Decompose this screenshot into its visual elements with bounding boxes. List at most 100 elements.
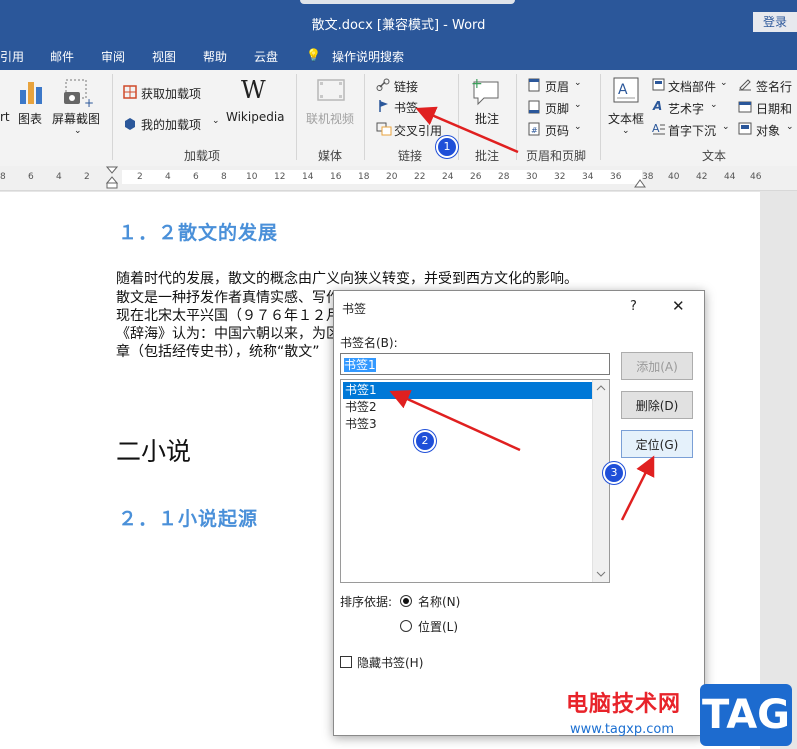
chevron-down-icon[interactable]: ⌄ [722, 122, 730, 132]
wordart-button[interactable]: 艺术字 [668, 100, 704, 117]
divider [296, 74, 297, 160]
tab-mailings[interactable]: 邮件 [50, 48, 74, 65]
cross-reference-icon [376, 122, 392, 136]
ruler-tick: 10 [246, 172, 258, 182]
online-video-button[interactable]: 联机视频 [306, 110, 354, 127]
watermark-url: www.tagxp.com [570, 722, 674, 737]
drop-cap-icon: A [652, 122, 665, 135]
drop-cap-button[interactable]: 首字下沉 [668, 122, 716, 139]
bookmark-name-input[interactable]: 书签1 [340, 353, 610, 375]
cross-reference-button[interactable]: 交叉引用 [394, 122, 442, 139]
chevron-down-icon[interactable]: ⌄ [574, 100, 582, 110]
wikipedia-icon[interactable]: W [241, 76, 266, 104]
ruler-tick: 22 [414, 172, 426, 182]
chevron-down-icon[interactable] [596, 570, 606, 578]
horizontal-ruler[interactable]: 8 6 4 2 2 4 6 8 10 12 14 16 18 20 22 24 … [0, 166, 797, 191]
login-button[interactable]: 登录 [753, 12, 797, 32]
tab-cloud[interactable]: 云盘 [254, 48, 278, 65]
ruler-tick: 6 [28, 172, 34, 182]
page-number-button[interactable]: 页码 [545, 122, 569, 139]
step-badge: 1 [436, 136, 458, 158]
online-video-icon [317, 79, 345, 101]
vertical-scrollbar[interactable] [760, 192, 797, 749]
svg-text:A: A [652, 122, 660, 135]
hidden-bookmarks-checkbox[interactable] [340, 656, 352, 668]
header-icon [528, 78, 540, 92]
help-button[interactable]: ? [630, 299, 637, 314]
signature-line-button[interactable]: 签名行 [756, 78, 792, 95]
chevron-down-icon[interactable]: ⌄ [574, 78, 582, 88]
textbox-button[interactable]: 文本框 [608, 110, 644, 127]
heading-2: 二小说 [116, 437, 192, 466]
header-button[interactable]: 页眉 [545, 78, 569, 95]
hidden-bookmarks-label[interactable]: 隐藏书签(H) [357, 654, 423, 671]
chevron-down-icon[interactable]: ⌄ [574, 122, 582, 132]
group-label-text: 文本 [702, 149, 727, 163]
ruler-tick: 24 [442, 172, 454, 182]
tell-me-search[interactable]: 操作说明搜索 [332, 48, 404, 65]
chevron-up-icon[interactable] [596, 384, 606, 392]
list-item[interactable]: 书签1 [343, 382, 597, 399]
chevron-down-icon[interactable]: ⌄ [622, 126, 630, 136]
delete-button[interactable]: 删除(D) [621, 391, 693, 419]
sort-by-name-radio[interactable] [400, 595, 412, 607]
object-button[interactable]: 对象 [756, 122, 780, 139]
add-button[interactable]: 添加(A) [621, 352, 693, 380]
wikipedia-button[interactable]: Wikipedia [226, 110, 285, 124]
screenshot-icon[interactable]: + [62, 78, 94, 108]
group-label-links: 链接 [398, 149, 423, 163]
tab-review[interactable]: 审阅 [101, 48, 125, 65]
chart-button[interactable]: 图表 [18, 110, 42, 127]
tab-view[interactable]: 视图 [152, 48, 176, 65]
close-button[interactable]: ✕ [672, 297, 685, 315]
bookmark-button[interactable]: 书签 [394, 99, 418, 116]
quick-parts-icon [652, 78, 665, 91]
divider [458, 74, 459, 160]
sort-by-name-label[interactable]: 名称(N) [418, 593, 460, 610]
group-label-comments: 批注 [475, 149, 500, 163]
tab-references[interactable]: 引用 [0, 48, 24, 65]
ruler-tick: 38 [642, 172, 654, 182]
sort-by-label: 排序依据: [340, 595, 393, 609]
chevron-down-icon[interactable]: ⌄ [710, 100, 718, 110]
link-button[interactable]: 链接 [394, 78, 418, 95]
indent-marker-icon[interactable] [106, 166, 118, 190]
goto-button[interactable]: 定位(G) [621, 430, 693, 458]
bookmark-list[interactable]: 书签1 书签2 书签3 [340, 379, 610, 583]
ruler-tick: 26 [470, 172, 482, 182]
ruler-tick: 14 [302, 172, 314, 182]
comment-icon: + [471, 76, 499, 106]
tab-help[interactable]: 帮助 [203, 48, 227, 65]
lightbulb-icon: 💡 [306, 48, 321, 62]
ruler-tick: 20 [386, 172, 398, 182]
ruler-tick: 16 [330, 172, 342, 182]
quick-parts-button[interactable]: 文档部件 [668, 78, 716, 95]
chevron-down-icon[interactable]: ⌄ [720, 78, 728, 88]
svg-text:+: + [471, 76, 483, 92]
top-highlight [300, 0, 515, 4]
heading-2-1: ２．１小说起源 [118, 508, 259, 530]
chart-icon[interactable] [18, 78, 44, 106]
screenshot-button[interactable]: 屏幕截图 [52, 110, 100, 127]
textbox-icon: A [613, 77, 639, 103]
my-addins-button[interactable]: 我的加载项 [141, 116, 201, 133]
smartart-label[interactable]: rt [0, 110, 10, 124]
chevron-down-icon[interactable]: ⌄ [786, 122, 794, 132]
date-time-button[interactable]: 日期和 [756, 100, 792, 117]
list-item[interactable]: 书签2 [343, 399, 597, 416]
paragraph-line: 随着时代的发展，散文的概念由广义向狭义转变，并受到西方文化的影响。 [116, 271, 578, 287]
my-addins-icon [125, 118, 135, 130]
list-item[interactable]: 书签3 [343, 416, 597, 433]
ruler-tick: 36 [610, 172, 622, 182]
get-addins-button[interactable]: 获取加载项 [141, 85, 201, 102]
watermark-name: 电脑技术网 [566, 692, 682, 717]
footer-button[interactable]: 页脚 [545, 100, 569, 117]
sort-by-location-radio[interactable] [400, 620, 412, 632]
chevron-down-icon[interactable]: ⌄ [212, 116, 220, 126]
chevron-down-icon[interactable]: ⌄ [74, 126, 82, 136]
ruler-tick: 42 [696, 172, 708, 182]
watermark-tag-logo: TAG [700, 684, 792, 746]
sort-by-location-label[interactable]: 位置(L) [418, 618, 458, 635]
new-comment-button[interactable]: 批注 [475, 110, 499, 127]
store-icon [123, 85, 137, 99]
